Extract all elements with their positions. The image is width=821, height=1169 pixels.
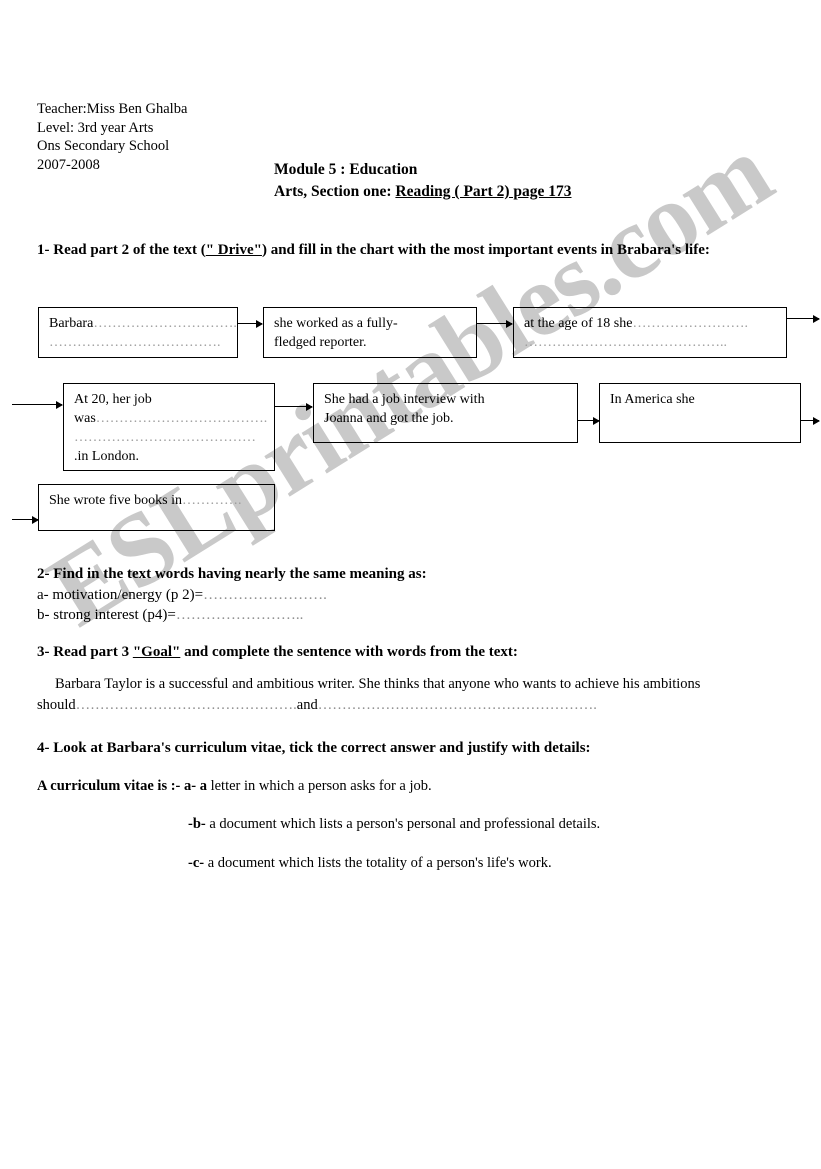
worksheet-page: Teacher:Miss Ben Ghalba Level: 3rd year … [0,0,821,1169]
flowchart-box-2[interactable]: she worked as a fully- fledged reporter. [263,307,477,358]
arrow-1 [238,319,263,328]
flowchart-box-7[interactable]: She wrote five books in…………. [38,484,275,531]
question-2-item-b: b- strong interest (p4)=…………………….. [37,607,303,624]
question-4-option-c-text: a document which lists the totality of a… [204,855,552,871]
question-4-option-b-text: a document which lists a person's person… [205,816,601,832]
question-2-item-b-text: b- strong interest (p4)= [37,607,176,623]
arrow-8 [12,515,39,524]
box-6-text-1: In America she [610,392,695,407]
arrow-5 [275,402,313,411]
box-7-dots-1: …………. [181,493,242,508]
question-2-item-a-text: a- motivation/energy (p 2)= [37,587,204,603]
question-3-paragraph: Barbara Taylor is a successful and ambit… [37,674,737,716]
flowchart-box-4[interactable]: At 20, her job was………………………………. ……………………… [63,383,275,471]
question-3-paragraph-line-1: Barbara Taylor is a successful and ambit… [55,676,640,692]
box-4-text-1: At 20, her job [74,392,152,407]
question-2-item-b-dots: …………………….. [175,607,304,623]
question-3-blank-1: ………………………………………. [75,697,297,713]
arrow-3 [787,314,820,323]
question-4-option-a[interactable]: A curriculum vitae is :- a- a letter in … [37,778,432,795]
question-3-blank-2: …………………………………………………. [317,697,597,713]
question-2-item-a-dots: ……………………. [203,587,327,603]
arrow-7 [801,416,820,425]
question-3-prefix: 3- Read part 3 [37,644,133,660]
box-5-text-2: Joanna and got the job. [324,411,454,426]
arrow-4 [12,400,63,409]
life-events-flowchart: Barbara…………………………. ………………………………. she wor… [0,0,821,560]
box-7-text: She wrote five books in [49,493,182,508]
question-4-stem: A curriculum vitae is :- a- a [37,778,207,794]
question-3-heading: 3- Read part 3 "Goal" and complete the s… [37,644,518,661]
box-2-text-2: fledged reporter. [274,335,367,350]
question-3-goal-label: "Goal" [132,644,181,660]
box-4-text-4: .in London. [74,449,139,464]
question-3-and: and [296,697,318,713]
question-4-option-c[interactable]: -c- a document which lists the totality … [188,855,552,872]
box-1-dots-1: …………………………. [93,316,237,331]
question-2-heading: 2- Find in the text words having nearly … [37,566,427,582]
question-4-option-b[interactable]: -b- a document which lists a person's pe… [188,816,600,833]
box-4-text-2: was [74,411,96,426]
question-4-option-b-label: -b- [188,816,206,832]
flowchart-box-3[interactable]: at the age of 18 she……………………. …………………………… [513,307,787,358]
box-3-dots-1: ……………………. [632,316,748,331]
flowchart-box-1[interactable]: Barbara…………………………. ………………………………. [38,307,238,358]
box-3-dots-2: …………………………………….. [524,335,727,350]
box-1-text: Barbara [49,316,94,331]
box-1-dots-2: ………………………………. [49,335,221,350]
box-4-dots-3: ………………………………… [74,430,256,445]
box-5-text-1: She had a job interview with [324,392,485,407]
flowchart-box-5[interactable]: She had a job interview with Joanna and … [313,383,578,443]
question-3-suffix: and complete the sentence with words fro… [180,644,518,660]
box-2-text-1: she worked as a fully- [274,316,398,331]
question-4-option-c-label: -c- [188,855,205,871]
question-2-item-a: a- motivation/energy (p 2)=……………………. [37,587,327,604]
question-4-heading: 4- Look at Barbara's curriculum vitae, t… [37,740,591,756]
flowchart-box-6[interactable]: In America she [599,383,801,443]
box-3-text: at the age of 18 she [524,316,633,331]
arrow-2 [477,319,513,328]
box-4-dots-2: ………………………………. [95,411,268,426]
arrow-6 [578,416,600,425]
question-4-option-a-text: letter in which a person asks for a job. [206,778,432,794]
